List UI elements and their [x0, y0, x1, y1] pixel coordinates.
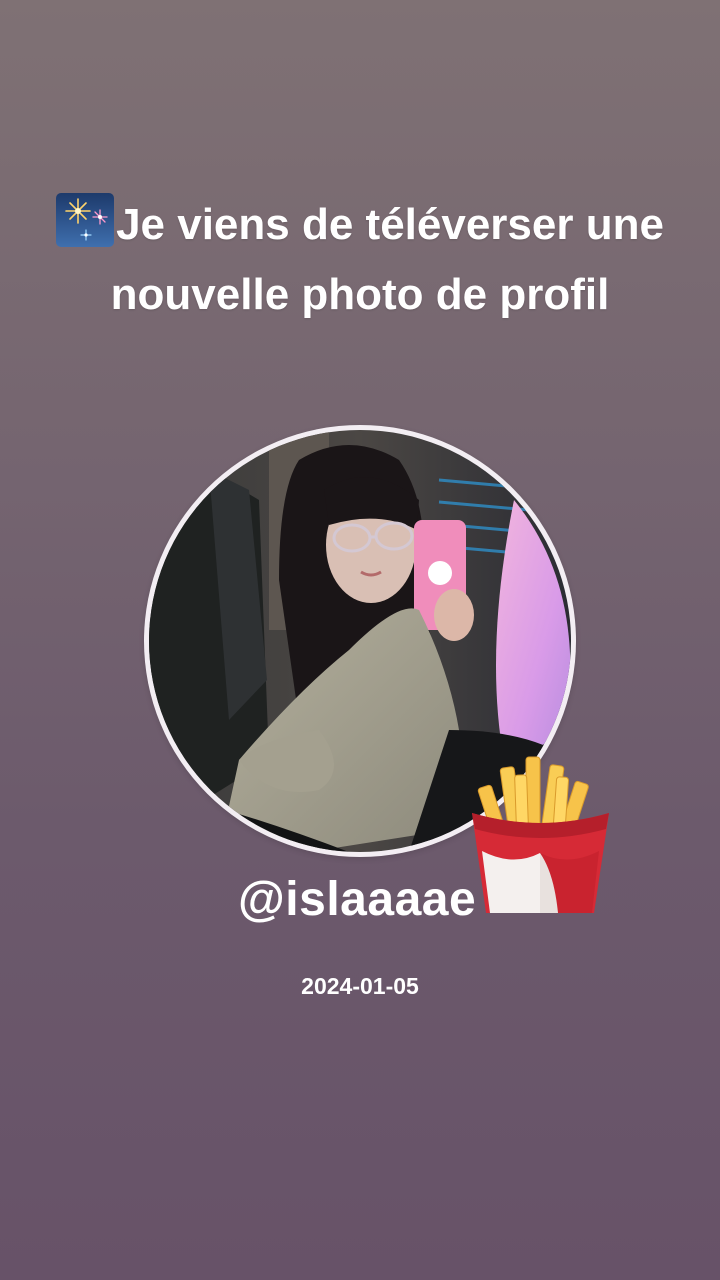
- french-fries-icon: [468, 755, 613, 915]
- headline: Je viens de téléverser une nouvelle phot…: [40, 190, 680, 330]
- fireworks-icon: [56, 193, 115, 247]
- post-date: 2024-01-05: [301, 973, 419, 999]
- headline-text: Je viens de téléverser une nouvelle phot…: [110, 200, 664, 319]
- username[interactable]: @islaaaae: [238, 870, 476, 930]
